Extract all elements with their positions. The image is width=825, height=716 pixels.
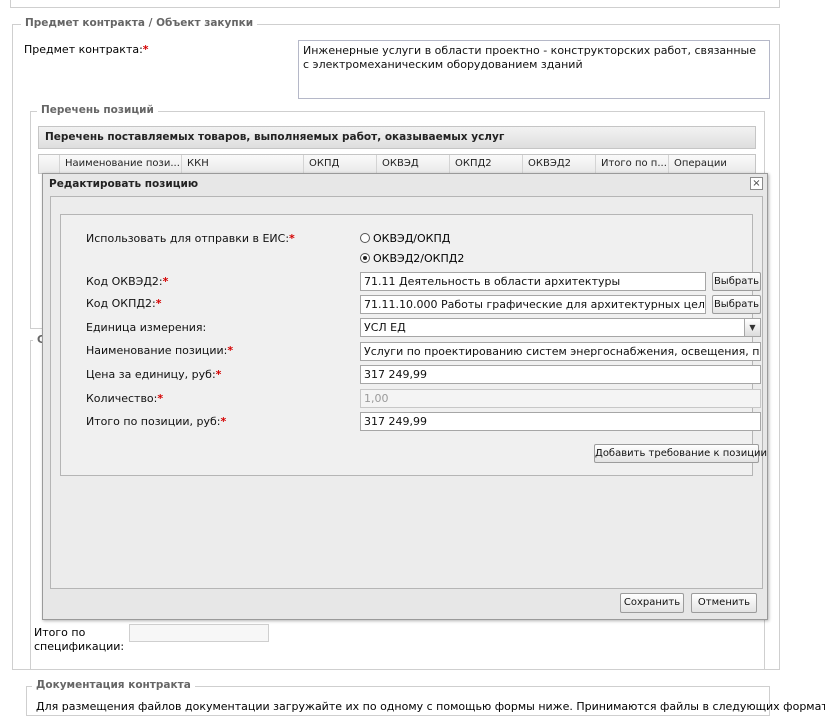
- spec-total-label-line2: спецификации:: [34, 640, 125, 653]
- radio-icon: [360, 233, 370, 243]
- position-name-field[interactable]: Услуги по проектированию систем энергосн…: [360, 342, 761, 361]
- close-icon[interactable]: ×: [750, 177, 763, 190]
- docs-legend: Документация контракта: [32, 679, 195, 691]
- unit-selected-value: УСЛ ЕД: [364, 321, 406, 334]
- radio-label: ОКВЭД2/ОКПД2: [373, 252, 465, 265]
- radio-okved2-okpd2[interactable]: ОКВЭД2/ОКПД2: [360, 252, 464, 265]
- dialog-body: Использовать для отправки в ЕИС: ОКВЭД/О…: [50, 196, 767, 589]
- grid-col-header[interactable]: Операции: [668, 155, 740, 173]
- subject-label: Предмет контракта:: [24, 43, 149, 56]
- unit-select[interactable]: УСЛ ЕД ▼: [360, 318, 761, 337]
- positions-legend: Перечень позиций: [37, 104, 158, 116]
- quantity-field: 1,00: [360, 389, 761, 408]
- okved2-select-button[interactable]: Выбрать: [712, 272, 761, 291]
- spec-total-input: [129, 624, 269, 642]
- grid-col-header[interactable]: ККН: [181, 155, 303, 173]
- radio-okved-okpd[interactable]: ОКВЭД/ОКПД: [360, 232, 450, 245]
- cancel-button[interactable]: Отменить: [691, 593, 757, 613]
- dialog-title[interactable]: Редактировать позицию: [43, 174, 767, 194]
- okpd2-label: Код ОКПД2:: [86, 297, 161, 310]
- subject-text: Инженерные услуги в области проектно - к…: [303, 44, 757, 71]
- okved2-label: Код ОКВЭД2:: [86, 275, 168, 288]
- grid-col-header[interactable]: ОКПД: [303, 155, 376, 173]
- grid-col-header[interactable]: ОКВЭД: [376, 155, 449, 173]
- okved2-field[interactable]: 71.11 Деятельность в области архитектуры: [360, 272, 706, 291]
- unit-label: Единица измерения:: [86, 321, 207, 334]
- grid-col-header[interactable]: Наименование пози...: [59, 155, 181, 173]
- position-form: Использовать для отправки в ЕИС: ОКВЭД/О…: [60, 214, 767, 476]
- save-button[interactable]: Сохранить: [620, 593, 684, 613]
- okpd2-select-button[interactable]: Выбрать: [712, 295, 761, 314]
- use-eis-label: Использовать для отправки в ЕИС:: [86, 232, 295, 245]
- position-name-label: Наименование позиции:: [86, 344, 233, 357]
- edit-position-dialog: Редактировать позицию × Использовать для…: [42, 173, 768, 620]
- top-frame: [10, 0, 780, 8]
- quantity-label: Количество:: [86, 392, 163, 405]
- unit-price-label: Цена за единицу, руб:: [86, 368, 221, 381]
- grid-header: Наименование пози... ККН ОКПД ОКВЭД ОКПД…: [38, 154, 756, 174]
- subject-textarea[interactable]: Инженерные услуги в области проектно - к…: [298, 40, 770, 99]
- spec-total-label: Итого по спецификации:: [34, 626, 124, 654]
- unit-price-field[interactable]: 317 249,99: [360, 365, 761, 384]
- chevron-down-icon[interactable]: ▼: [744, 319, 760, 336]
- grid-col-header[interactable]: ОКПД2: [449, 155, 522, 173]
- radio-checked-icon: [360, 253, 370, 263]
- grid-col-header[interactable]: ОКВЭД2: [522, 155, 595, 173]
- add-requirement-button[interactable]: Добавить требование к позиции: [594, 444, 767, 463]
- position-total-label: Итого по позиции, руб:: [86, 415, 226, 428]
- radio-label: ОКВЭД/ОКПД: [373, 232, 451, 245]
- okpd2-field[interactable]: 71.11.10.000 Работы графические для архи…: [360, 295, 706, 314]
- grid-title: Перечень поставляемых товаров, выполняем…: [38, 126, 756, 149]
- position-total-field[interactable]: 317 249,99: [360, 412, 761, 431]
- subject-legend: Предмет контракта / Объект закупки: [21, 17, 258, 29]
- spec-total-label-line1: Итого по: [34, 626, 86, 639]
- grid-col-header[interactable]: Итого по п...: [595, 155, 668, 173]
